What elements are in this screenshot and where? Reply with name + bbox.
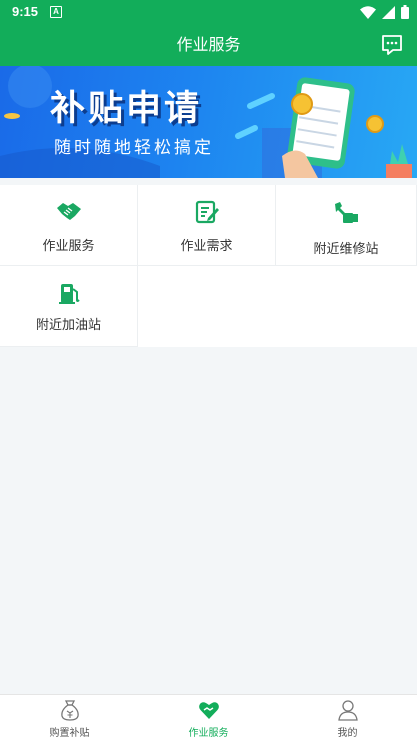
nav-label: 我的 [337,728,358,739]
service-item-label: 附近加油站 [35,318,101,333]
service-item-nearby-gas-station[interactable]: 附近加油站 [0,266,138,347]
status-time: 9:15 [12,4,39,19]
battery-icon [401,5,409,19]
service-item-work-demand[interactable]: 作业需求 [138,185,276,266]
banner-title: 补贴申请 [50,89,203,129]
service-item-work-service[interactable]: 作业服务 [0,185,138,266]
status-bar: 9:15 A [0,0,417,24]
page-title: 作业服务 [176,35,241,54]
edit-note-icon [195,200,219,224]
message-icon[interactable] [381,34,403,56]
service-grid: 作业服务 作业需求 附近维修站 附近加油站 [0,185,417,347]
money-bag-icon [60,700,79,721]
signal-icon [382,5,395,19]
user-icon [337,700,358,721]
heart-icon [198,702,219,719]
bottom-nav: 购置补贴 作业服务 我的 [0,694,417,742]
app-bar: 作业服务 [0,24,417,66]
nav-item-purchase-subsidy[interactable]: 购置补贴 [0,695,139,742]
service-item-nearby-repair[interactable]: 附近维修站 [276,185,417,266]
promo-banner[interactable]: 补贴申请 随时随地轻松搞定 [0,66,417,178]
fuel-pump-icon [58,284,80,304]
nav-item-work-service[interactable]: 作业服务 [139,695,278,742]
nav-item-mine[interactable]: 我的 [278,695,417,742]
service-item-label: 作业服务 [42,239,95,254]
service-item-label: 附近维修站 [313,242,379,257]
nav-label: 作业服务 [188,728,229,739]
handshake-icon [56,203,81,220]
nav-label: 购置补贴 [49,728,90,739]
notification-badge: A [50,6,62,18]
repair-tools-icon [335,202,358,223]
status-icons [360,5,409,19]
wifi-icon [360,5,376,19]
banner-subtitle: 随时随地轻松搞定 [54,138,214,158]
service-item-label: 作业需求 [180,239,233,254]
